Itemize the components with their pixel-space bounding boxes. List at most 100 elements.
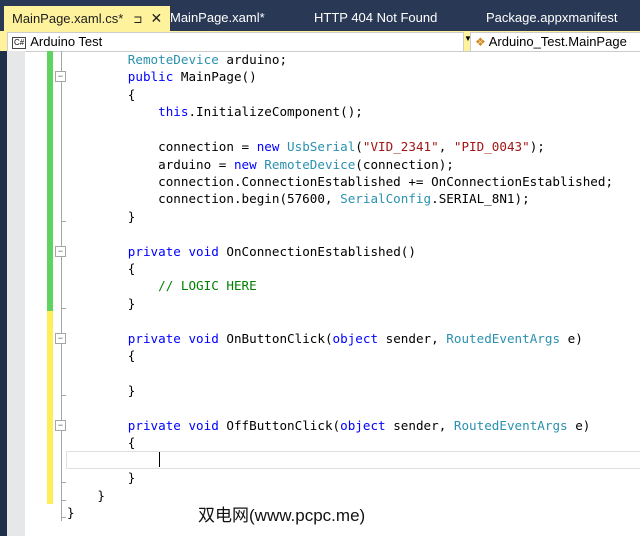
code-token: connection.ConnectionEstablished += OnCo… (127, 173, 614, 189)
code-token: } (127, 382, 136, 398)
code-token: void (188, 243, 219, 259)
code-token: { (127, 435, 136, 451)
code-token: UsbSerial (287, 139, 356, 155)
type-name: Arduino_Test.MainPage (488, 34, 627, 49)
document-tabs: MainPage.xaml.cs* ⊐ ✕ MainPage.xaml* HTTP … (0, 0, 640, 31)
tab-mainpage-xaml[interactable]: MainPage.xaml* (170, 6, 265, 31)
code-token: OnButtonClick( (218, 330, 333, 346)
code-line[interactable]: } (128, 208, 136, 225)
code-token: sender, (385, 417, 454, 433)
code-token: } (97, 487, 105, 503)
code-token: private (127, 417, 181, 433)
code-token: } (127, 295, 136, 311)
code-line[interactable]: } (67, 504, 75, 521)
tab-mainpage-xaml-cs[interactable]: MainPage.xaml.cs* ⊐ ✕ (4, 6, 170, 31)
code-token: object (340, 417, 386, 433)
code-token: } (127, 470, 136, 486)
type-dropdown[interactable]: ❖ Arduino_Test.MainPage (470, 32, 640, 52)
outline-line (61, 51, 62, 521)
code-token: RemoteDevice (127, 52, 219, 67)
tab-http-404[interactable]: HTTP 404 Not Found (314, 6, 437, 31)
code-token: ); (529, 139, 545, 155)
code-token: new (256, 139, 280, 155)
collapse-icon[interactable]: − (55, 419, 66, 431)
code-line[interactable]: private void OnButtonClick(object sender… (128, 330, 583, 347)
code-line[interactable]: RemoteDevice arduino; (128, 51, 287, 68)
code-line[interactable]: { (128, 260, 136, 277)
code-token: public (127, 69, 174, 85)
outline-end-tick (61, 307, 66, 309)
saved-change-bar (47, 51, 53, 311)
csharp-icon: C# (12, 37, 27, 49)
code-token: RemoteDevice (264, 156, 356, 172)
code-line[interactable]: private void OffButtonClick(object sende… (128, 417, 591, 434)
code-line[interactable]: } (97, 487, 105, 504)
window-border (0, 51, 7, 536)
code-line[interactable]: this.InitializeComponent(); (128, 103, 363, 120)
close-icon[interactable]: ✕ (151, 6, 163, 30)
code-token: ( (355, 139, 363, 155)
navigation-bar: C# Arduino Test ▼ ❖ Arduino_Test.MainPage (0, 31, 640, 52)
code-token: connection.begin(57600, (127, 191, 341, 207)
watermark: 双电网(www.pcpc.me) (198, 506, 366, 525)
code-line[interactable]: connection = new UsbSerial("VID_2341", "… (128, 138, 545, 155)
code-token: RoutedEventArgs (453, 417, 568, 433)
class-icon: ❖ (475, 35, 486, 49)
project-name: Arduino Test (30, 34, 103, 49)
code-token: RoutedEventArgs (446, 330, 561, 346)
code-token: void (188, 417, 219, 433)
code-token: e) (560, 330, 583, 346)
tab-label: MainPage.xaml.cs* (12, 11, 124, 26)
outline-end-tick (61, 499, 66, 501)
pin-icon[interactable]: ⊐ (133, 8, 142, 32)
code-token: sender, (378, 330, 447, 346)
code-line[interactable]: } (128, 469, 136, 486)
code-token: MainPage() (173, 69, 257, 85)
code-token: arduino = (127, 156, 234, 172)
code-token: .InitializeComponent(); (188, 104, 363, 120)
collapse-icon[interactable]: − (55, 332, 66, 344)
code-line[interactable]: } (128, 295, 136, 312)
code-token: } (67, 504, 75, 520)
current-line-highlight (66, 451, 640, 469)
code-token: this (127, 104, 189, 120)
code-line[interactable]: connection.ConnectionEstablished += OnCo… (128, 173, 613, 190)
code-token: SerialConfig (340, 191, 432, 207)
code-token: object (332, 330, 379, 346)
code-line[interactable]: { (128, 434, 136, 451)
code-token: e) (567, 417, 591, 433)
code-line[interactable]: { (128, 347, 136, 364)
collapse-icon[interactable]: − (55, 71, 66, 83)
project-dropdown[interactable]: C# Arduino Test (7, 32, 464, 52)
code-token: "PID_0043" (453, 139, 530, 155)
code-line[interactable]: private void OnConnectionEstablished() (128, 243, 416, 260)
outline-end-tick (61, 482, 66, 484)
code-line[interactable]: { (128, 86, 136, 103)
code-token: { (127, 348, 136, 364)
code-token: private (127, 330, 181, 346)
code-token: // LOGIC HERE (127, 278, 257, 294)
unsaved-change-bar (47, 311, 53, 504)
code-line[interactable]: connection.begin(57600, SerialConfig.SER… (128, 190, 530, 207)
code-line[interactable]: public MainPage() (128, 68, 257, 85)
code-token: (connection); (355, 156, 454, 172)
outline-end-tick (61, 516, 66, 518)
outline-end-tick (61, 394, 66, 396)
indicator-margin[interactable] (7, 51, 25, 536)
collapse-icon[interactable]: − (55, 245, 66, 257)
code-line[interactable]: arduino = new RemoteDevice(connection); (128, 156, 454, 173)
code-token: OffButtonClick( (218, 417, 341, 433)
code-line[interactable]: // LOGIC HERE (128, 277, 257, 294)
outline-end-tick (61, 220, 66, 222)
code-token: "VID_2341" (362, 139, 439, 155)
code-token: .SERIAL_8N1); (431, 191, 530, 207)
code-token: , (438, 139, 454, 155)
tab-package-manifest[interactable]: Package.appxmanifest (486, 6, 618, 31)
code-token: new (233, 156, 257, 172)
code-token: { (127, 261, 136, 277)
code-token: void (188, 330, 219, 346)
code-token: connection = (127, 139, 257, 155)
code-line[interactable]: } (128, 382, 136, 399)
code-token: OnConnectionEstablished() (218, 243, 416, 259)
